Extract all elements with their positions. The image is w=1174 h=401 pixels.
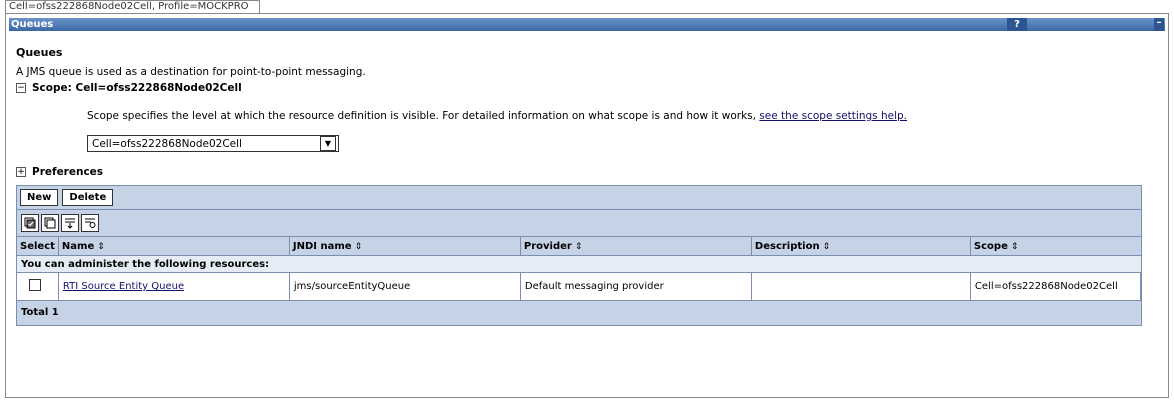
column-header-provider[interactable]: Provider ⇕ xyxy=(520,237,752,256)
scope-cell: Cell=ofss222868Node02Cell xyxy=(970,272,1142,301)
show-filter-icon[interactable] xyxy=(61,214,79,232)
header-row: Select Name ⇕ JNDI name ⇕ Provider ⇕ Descri… xyxy=(17,237,1141,256)
scope-section-header: − Scope: Cell=ofss222868Node02Cell xyxy=(16,82,1158,94)
collapse-scope-icon[interactable]: − xyxy=(16,83,26,93)
scope-select-value: Cell=ofss222868Node02Cell xyxy=(92,137,242,150)
portlet-title: Queues xyxy=(11,19,54,30)
row-select-cell xyxy=(17,272,59,301)
column-header-select: Select xyxy=(17,237,59,256)
column-header-name[interactable]: Name ⇕ xyxy=(58,237,290,256)
clear-filter-icon[interactable] xyxy=(81,214,99,232)
context-bar: Cell=ofss222868Node02Cell, Profile=MOCKP… xyxy=(5,0,260,13)
expand-preferences-icon[interactable]: + xyxy=(16,167,26,177)
preferences-section-header: + Preferences xyxy=(16,166,1158,178)
page-title: Queues xyxy=(16,46,63,59)
jndi-cell: jms/sourceEntityQueue xyxy=(289,272,521,301)
chevron-down-icon[interactable]: ▼ xyxy=(320,136,336,151)
page: Cell=ofss222868Node02Cell, Profile=MOCKP… xyxy=(5,0,1169,398)
scope-help-text: Scope specifies the level at which the r… xyxy=(87,110,1158,122)
minimize-button[interactable]: – xyxy=(1154,18,1164,31)
portlet-title-bar: Queues ? – xyxy=(9,18,1165,31)
sort-icon[interactable]: ⇕ xyxy=(97,242,105,252)
scope-help-description: Scope specifies the level at which the r… xyxy=(87,110,756,122)
admin-note: You can administer the following resourc… xyxy=(17,255,1141,273)
sort-icon[interactable]: ⇕ xyxy=(823,242,831,252)
deselect-all-icon[interactable] xyxy=(41,214,59,232)
sort-icon[interactable]: ⇕ xyxy=(1011,242,1019,252)
column-header-jndi-name[interactable]: JNDI name ⇕ xyxy=(289,237,521,256)
resources-table: New Delete Select Name ⇕ JNDI name ⇕ Pro… xyxy=(16,185,1142,326)
scope-label: Scope: Cell=ofss222868Node02Cell xyxy=(32,82,242,94)
name-cell: RTI Source Entity Queue xyxy=(58,272,290,301)
preferences-label[interactable]: Preferences xyxy=(32,166,103,178)
button-toolbar: New Delete xyxy=(17,186,1141,210)
table-row: RTI Source Entity Queue jms/sourceEntity… xyxy=(17,272,1142,301)
table-total: Total 1 xyxy=(17,301,1141,325)
sort-icon[interactable]: ⇕ xyxy=(575,242,583,252)
portlet-content: Queues A JMS queue is used as a destinat… xyxy=(6,46,1168,326)
column-header-scope[interactable]: Scope ⇕ xyxy=(970,237,1141,256)
scope-select[interactable]: Cell=ofss222868Node02Cell ▼ xyxy=(87,135,339,152)
select-all-icon[interactable] xyxy=(21,214,39,232)
resource-name-link[interactable]: RTI Source Entity Queue xyxy=(63,281,184,292)
sort-icon[interactable]: ⇕ xyxy=(355,242,363,252)
delete-button[interactable]: Delete xyxy=(62,189,114,206)
description-cell xyxy=(751,272,971,301)
resources-grid: Select Name ⇕ JNDI name ⇕ Provider ⇕ Descri… xyxy=(17,237,1142,301)
scope-settings-help-link[interactable]: see the scope settings help. xyxy=(759,110,907,122)
provider-cell: Default messaging provider xyxy=(520,272,752,301)
icon-toolbar xyxy=(17,210,1141,237)
column-header-description[interactable]: Description ⇕ xyxy=(751,237,971,256)
page-description: A JMS queue is used as a destination for… xyxy=(16,66,366,78)
queues-portlet: Queues ? – Queues A JMS queue is used as… xyxy=(5,13,1169,398)
admin-note-row: You can administer the following resourc… xyxy=(17,255,1141,273)
new-button[interactable]: New xyxy=(20,189,59,206)
help-button[interactable]: ? xyxy=(1007,18,1027,31)
row-checkbox[interactable] xyxy=(29,279,41,291)
